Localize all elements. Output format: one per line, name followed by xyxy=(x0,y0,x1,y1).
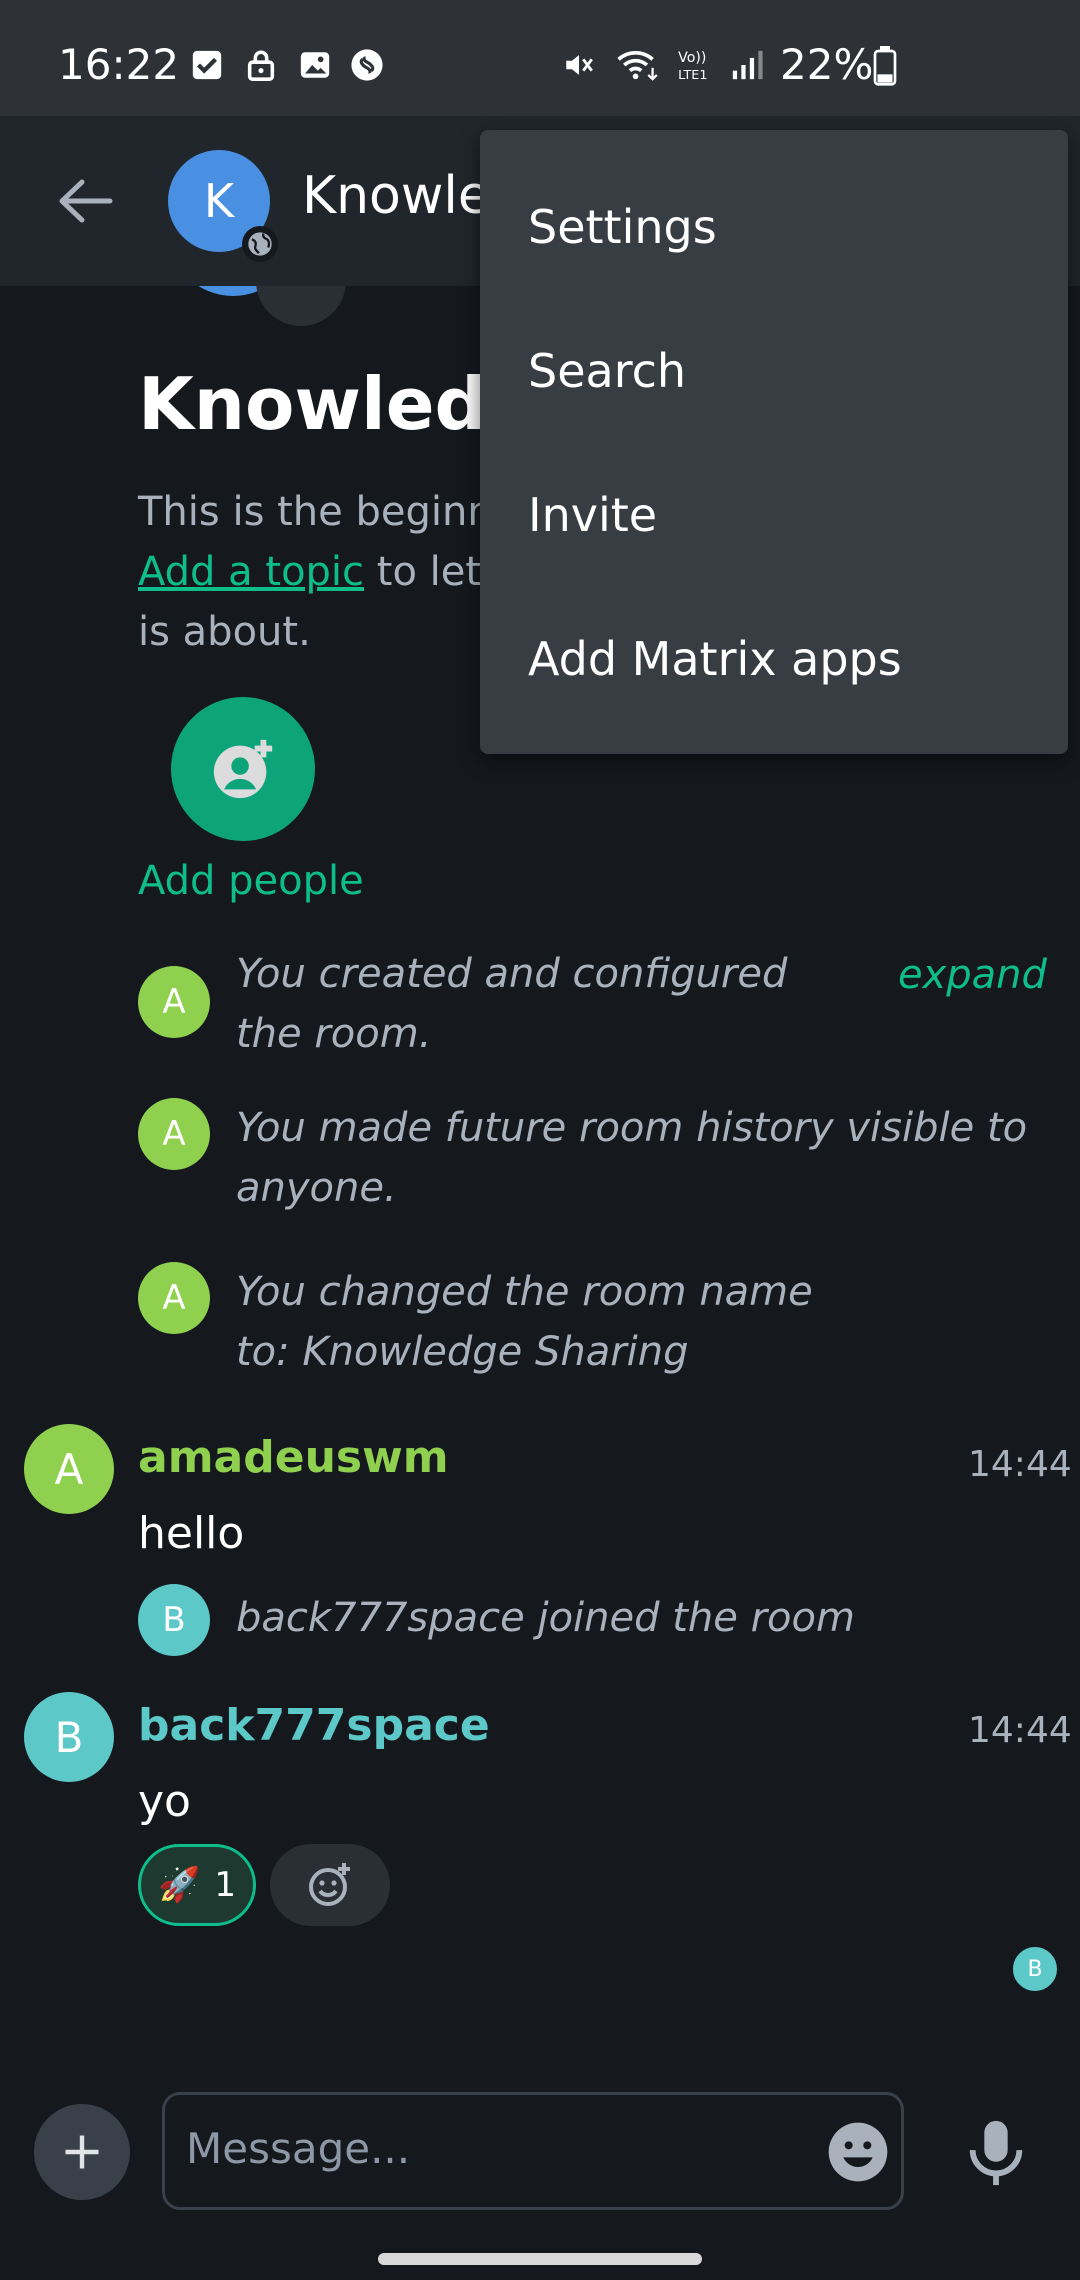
volte-icon: Vo)) LTE1 xyxy=(678,50,707,82)
battery-icon xyxy=(873,46,897,86)
message-time: 14:44 xyxy=(968,1444,1072,1485)
emoji-icon[interactable] xyxy=(826,2120,890,2184)
event-text: You changed the room name to: Knowledge … xyxy=(236,1269,813,1375)
event-text: You made future room history visible to … xyxy=(236,1105,1028,1211)
back-arrow-icon[interactable] xyxy=(54,176,116,226)
message-body[interactable]: hello xyxy=(138,1508,244,1559)
event-avatar[interactable]: A xyxy=(138,966,210,1038)
battery-percent: 22% xyxy=(780,40,874,89)
event-avatar[interactable]: B xyxy=(138,1584,210,1656)
menu-item-search[interactable]: Search xyxy=(528,344,686,398)
reaction-count: 1 xyxy=(214,1865,236,1905)
add-reaction-icon xyxy=(309,1863,350,1906)
expand-link[interactable]: expand xyxy=(898,952,1047,998)
sender-name[interactable]: amadeuswm xyxy=(138,1432,449,1483)
add-people-label[interactable]: Add people xyxy=(138,858,364,904)
add-people-button[interactable] xyxy=(171,697,315,841)
add-reaction-button[interactable] xyxy=(270,1844,390,1926)
room-name[interactable]: Knowle xyxy=(302,166,490,226)
home-gesture-handle[interactable] xyxy=(378,2253,702,2265)
menu-item-invite[interactable]: Invite xyxy=(528,488,657,542)
svg-text:LTE1: LTE1 xyxy=(678,68,707,82)
microphone-icon[interactable] xyxy=(966,2118,1026,2188)
overflow-menu: Settings Search Invite Add Matrix apps xyxy=(480,130,1068,754)
globe-icon xyxy=(242,226,278,262)
wifi-icon xyxy=(617,51,658,81)
menu-item-add-matrix-apps[interactable]: Add Matrix apps xyxy=(528,632,902,686)
menu-item-settings[interactable]: Settings xyxy=(528,200,717,254)
event-text: You created and configured the room. xyxy=(236,951,788,1057)
reaction-chip[interactable]: 🚀 1 xyxy=(138,1844,256,1926)
svg-text:Vo)): Vo)) xyxy=(678,50,706,66)
rocket-emoji: 🚀 xyxy=(158,1865,201,1905)
attach-button[interactable] xyxy=(34,2104,130,2200)
add-topic-link[interactable]: Add a topic xyxy=(138,549,364,595)
sender-name[interactable]: back777space xyxy=(138,1700,490,1751)
message-input[interactable]: Message... xyxy=(186,2124,410,2173)
sender-avatar[interactable]: B xyxy=(24,1692,114,1782)
event-avatar[interactable]: A xyxy=(138,1262,210,1334)
lock-icon xyxy=(247,50,275,81)
message-body[interactable]: yo xyxy=(138,1776,191,1827)
image-icon xyxy=(300,52,330,78)
plus-icon xyxy=(65,2135,99,2169)
status-time: 16:22 xyxy=(58,40,180,89)
event-avatar[interactable]: A xyxy=(138,1098,210,1170)
event-text: back777space joined the room xyxy=(236,1595,855,1641)
read-receipt-avatar[interactable]: B xyxy=(1010,1944,1060,1994)
mute-icon xyxy=(566,55,593,75)
message-time: 14:44 xyxy=(968,1710,1072,1751)
add-person-icon xyxy=(213,739,273,799)
signal-icon xyxy=(732,50,763,80)
shazam-icon xyxy=(351,49,383,81)
sender-avatar[interactable]: A xyxy=(24,1424,114,1514)
checkbox-icon xyxy=(192,50,222,80)
